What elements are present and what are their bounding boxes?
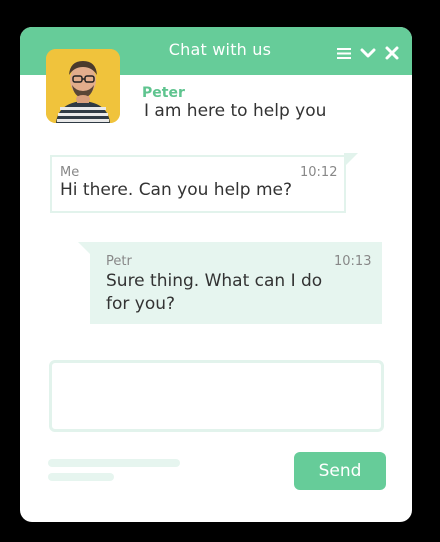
- agent-portrait-icon: [46, 49, 120, 123]
- message-time: 10:13: [334, 254, 372, 269]
- message-tail: [344, 153, 358, 167]
- message-text: Hi there. Can you help me?: [60, 180, 292, 200]
- typing-placeholder-line: [48, 459, 180, 467]
- message-text-line-2: for you?: [106, 294, 176, 314]
- typing-placeholder-line: [48, 473, 114, 481]
- message-bubble-me: Me 10:12 Hi there. Can you help me?: [50, 155, 346, 213]
- message-time: 10:12: [300, 165, 338, 180]
- close-icon[interactable]: [384, 45, 400, 61]
- header-controls: [336, 45, 400, 61]
- agent-status: I am here to help you: [144, 101, 327, 121]
- agent-name: Peter: [142, 85, 185, 101]
- send-button[interactable]: Send: [294, 452, 386, 490]
- avatar: [46, 49, 120, 123]
- message-input[interactable]: [49, 360, 384, 432]
- menu-icon[interactable]: [336, 45, 352, 61]
- chat-widget: Chat with us Peter I am here to help you…: [20, 27, 412, 522]
- message-text-line-1: Sure thing. What can I do: [106, 271, 323, 291]
- message-sender: Petr: [106, 254, 132, 269]
- message-sender: Me: [60, 165, 80, 180]
- chevron-down-icon[interactable]: [360, 45, 376, 61]
- message-bubble-agent: Petr 10:13 Sure thing. What can I do for…: [90, 242, 382, 324]
